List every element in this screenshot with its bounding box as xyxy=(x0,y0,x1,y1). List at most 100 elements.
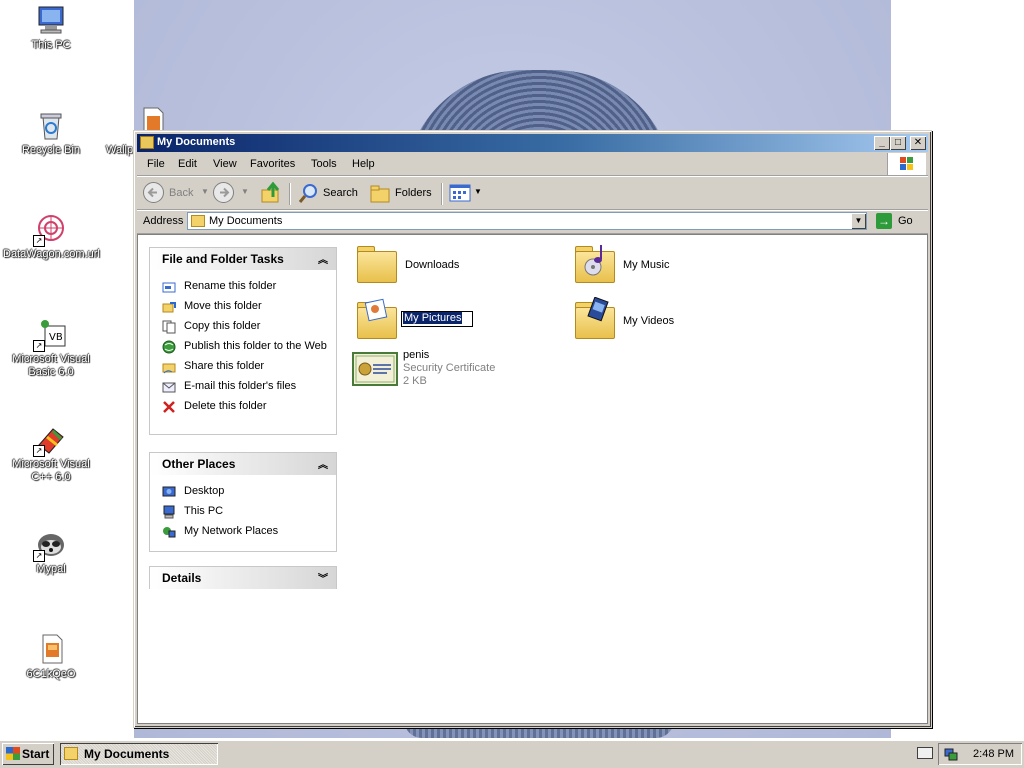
back-button[interactable]: Back ▼ xyxy=(143,181,209,205)
desktop-icon-visual-basic[interactable]: VB ↗ Microsoft Visual Basic 6.0 xyxy=(1,318,101,379)
desktop-icon xyxy=(162,486,176,497)
network-icon xyxy=(163,527,176,538)
minimize-button[interactable]: _ xyxy=(874,136,890,150)
computer-icon xyxy=(35,4,67,36)
file-item-my-videos[interactable]: My Videos xyxy=(571,297,771,343)
maximize-button[interactable]: □ xyxy=(890,136,906,150)
task-rename-folder[interactable]: Rename this folder xyxy=(150,280,336,293)
toolbar-separator xyxy=(441,183,442,205)
desktop-icon-mypal[interactable]: ↗ Mypal xyxy=(1,528,101,576)
task-move-folder[interactable]: Move this folder xyxy=(150,300,336,313)
publish-web-icon xyxy=(162,340,176,354)
menu-bar: File Edit View Favorites Tools Help xyxy=(137,153,928,176)
other-places-header[interactable]: Other Places ︽ xyxy=(150,453,336,475)
videos-folder-icon xyxy=(571,297,619,341)
rename-input[interactable]: My Pictures xyxy=(401,311,473,327)
keyboard-icon[interactable] xyxy=(917,747,933,759)
details-panel: Details ︾ xyxy=(149,566,337,589)
shortcut-arrow-icon: ↗ xyxy=(33,340,45,352)
place-desktop[interactable]: Desktop xyxy=(150,485,336,498)
forward-button[interactable]: ▼ xyxy=(213,181,251,205)
folders-button[interactable]: Folders xyxy=(369,181,437,205)
start-button[interactable]: Start xyxy=(2,743,54,765)
visual-cpp-icon: ↗ xyxy=(33,423,67,457)
close-button[interactable]: ✕ xyxy=(910,136,926,150)
system-tray: 2:48 PM xyxy=(938,743,1022,765)
collapse-chevron-icon: ︽ xyxy=(318,460,328,471)
desktop-icon-datawagon[interactable]: ↗ DataWagon.com.url xyxy=(1,213,101,261)
menu-tools[interactable]: Tools xyxy=(311,158,337,170)
internet-shortcut-icon: ↗ xyxy=(33,213,67,247)
up-folder-button[interactable] xyxy=(259,181,283,205)
clock[interactable]: 2:48 PM xyxy=(973,748,1014,760)
menu-favorites[interactable]: Favorites xyxy=(250,158,295,170)
file-item-my-music[interactable]: My Music xyxy=(571,241,771,287)
place-network[interactable]: My Network Places xyxy=(150,525,336,538)
desktop-icon-recycle-bin[interactable]: Recycle Bin xyxy=(1,109,101,157)
task-delete-folder[interactable]: Delete this folder xyxy=(150,400,336,413)
window-title: My Documents xyxy=(157,136,236,148)
menu-help[interactable]: Help xyxy=(352,158,375,170)
search-icon xyxy=(298,184,317,203)
views-icon xyxy=(449,184,471,202)
windows-logo-icon xyxy=(887,153,926,175)
folder-icon xyxy=(191,215,205,227)
title-bar[interactable]: My Documents _ □ ✕ xyxy=(137,134,928,152)
move-icon xyxy=(162,302,176,313)
file-item-my-pictures[interactable]: My Pictures xyxy=(353,297,553,343)
svg-text:VB: VB xyxy=(49,332,63,343)
address-dropdown-button[interactable]: ▼ xyxy=(851,213,866,229)
taskbar: Start My Documents 2:48 PM xyxy=(0,740,1024,768)
forward-arrow-icon xyxy=(213,182,234,203)
menu-view[interactable]: View xyxy=(213,158,237,170)
address-input[interactable]: My Documents ▼ xyxy=(187,212,867,230)
desktop-icon-this-pc[interactable]: This PC xyxy=(1,4,101,52)
visual-basic-icon: VB ↗ xyxy=(33,318,67,352)
file-icon xyxy=(35,633,67,665)
mypal-browser-icon: ↗ xyxy=(33,528,67,562)
explorer-window: My Documents _ □ ✕ File Edit View Favori… xyxy=(133,130,932,728)
task-email-files[interactable]: E-mail this folder's files xyxy=(150,380,336,393)
chevron-down-icon: ▼ xyxy=(474,187,482,196)
expand-chevron-icon: ︾ xyxy=(318,574,328,585)
go-button[interactable]: → Go xyxy=(874,212,924,230)
pictures-folder-icon xyxy=(353,297,401,341)
chevron-down-icon: ▼ xyxy=(241,187,249,196)
file-folder-tasks-header[interactable]: File and Folder Tasks ︽ xyxy=(150,248,336,270)
desktop-icon-visual-cpp[interactable]: ↗ Microsoft Visual C++ 6.0 xyxy=(1,423,101,484)
certificate-icon xyxy=(351,349,399,393)
address-bar: Address My Documents ▼ → Go xyxy=(137,211,928,234)
file-item-downloads[interactable]: Downloads xyxy=(353,241,553,287)
delete-icon xyxy=(163,401,175,413)
task-publish-web[interactable]: Publish this folder to the Web xyxy=(150,340,336,354)
folder-icon xyxy=(140,136,154,149)
recycle-bin-icon xyxy=(35,109,67,141)
file-folder-tasks-panel: File and Folder Tasks ︽ Rename this fold… xyxy=(149,247,337,435)
desktop-icon-6c1kqeo[interactable]: 6C1kQeO xyxy=(1,633,101,681)
menu-file[interactable]: File xyxy=(147,158,165,170)
address-label: Address xyxy=(143,215,184,227)
computer-icon xyxy=(163,505,175,519)
chevron-down-icon: ▼ xyxy=(201,187,209,196)
file-item-penis-certificate[interactable]: penis Security Certificate 2 KB xyxy=(351,349,551,395)
back-arrow-icon xyxy=(143,182,164,203)
place-this-pc[interactable]: This PC xyxy=(150,505,336,519)
folder-icon xyxy=(64,747,78,760)
rename-icon xyxy=(162,282,176,293)
toolbar: Back ▼ ▼ Search Folders ▼ xyxy=(137,177,928,210)
task-share-folder[interactable]: Share this folder xyxy=(150,360,336,374)
other-places-panel: Other Places ︽ Desktop This PC My Networ… xyxy=(149,452,337,552)
content-area: File and Folder Tasks ︽ Rename this fold… xyxy=(137,234,928,724)
email-icon xyxy=(162,382,176,393)
folder-icon xyxy=(353,241,401,285)
collapse-chevron-icon: ︽ xyxy=(318,255,328,266)
task-copy-folder[interactable]: Copy this folder xyxy=(150,320,336,334)
details-header[interactable]: Details ︾ xyxy=(150,567,336,589)
network-tray-icon[interactable] xyxy=(944,747,958,761)
shortcut-arrow-icon: ↗ xyxy=(33,235,45,247)
views-button[interactable]: ▼ xyxy=(448,181,482,205)
taskbar-button-my-documents[interactable]: My Documents xyxy=(60,743,218,765)
search-button[interactable]: Search xyxy=(297,181,359,205)
menu-edit[interactable]: Edit xyxy=(178,158,197,170)
music-folder-icon xyxy=(571,241,619,285)
